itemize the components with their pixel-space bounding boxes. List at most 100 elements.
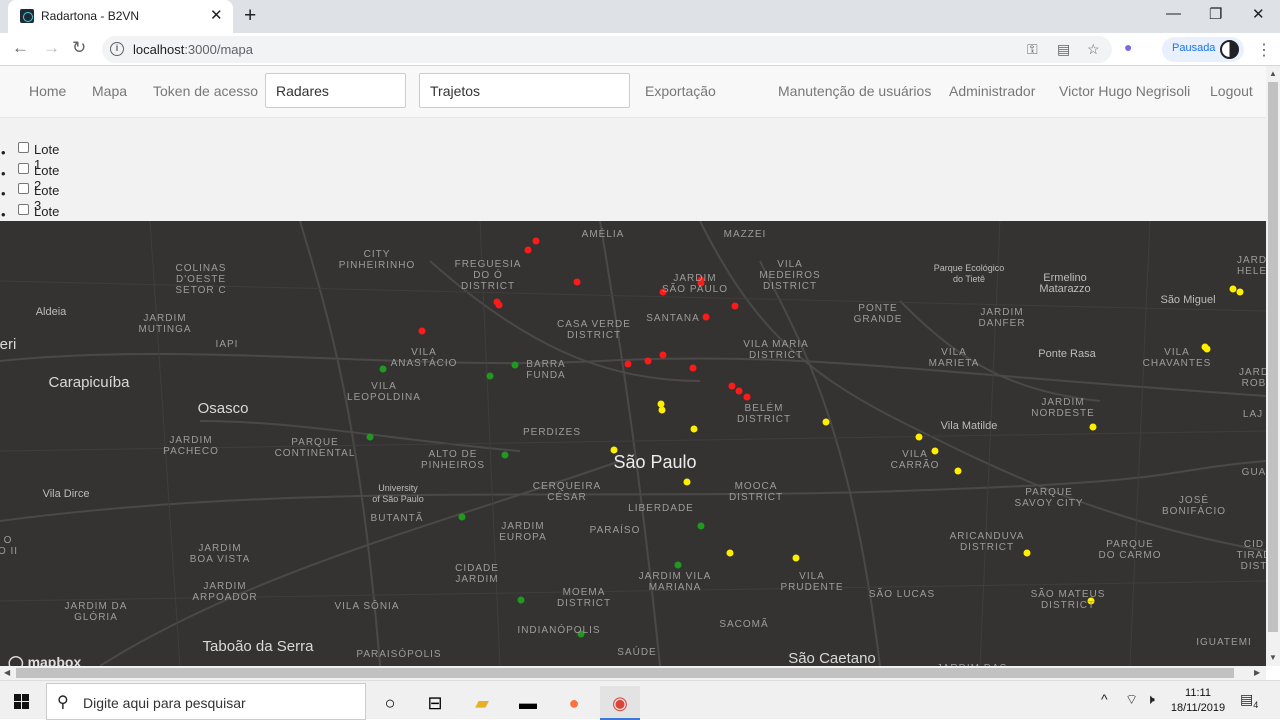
task-view-icon[interactable]: ⊟ [415, 686, 455, 720]
lote-1-checkbox[interactable] [18, 142, 29, 153]
windows-start-icon[interactable] [14, 694, 29, 709]
radar-marker[interactable] [822, 418, 830, 426]
nav-exportacao[interactable]: Exportação [645, 83, 716, 99]
radar-marker[interactable] [624, 360, 632, 368]
radar-marker[interactable] [1089, 423, 1097, 431]
key-icon[interactable]: ⚿ [1027, 41, 1038, 58]
taskbar-clock[interactable]: 11:11 18/11/2019 [1170, 686, 1226, 716]
lote-2-checkbox[interactable] [18, 162, 29, 174]
radar-marker[interactable] [792, 554, 800, 562]
radar-marker[interactable] [735, 387, 743, 395]
nav-administrador[interactable]: Administrador [949, 83, 1035, 99]
lote-3-checkbox[interactable] [18, 183, 29, 194]
mapbox-logo[interactable]: ◯ mapbox [8, 654, 81, 666]
radar-marker[interactable] [674, 561, 682, 569]
radar-marker[interactable] [644, 357, 652, 365]
radar-marker[interactable] [915, 433, 923, 441]
radar-marker[interactable] [532, 237, 540, 245]
bookmark-star-icon[interactable]: ☆ [1087, 41, 1100, 58]
radar-marker[interactable] [690, 425, 698, 433]
terminal-icon[interactable]: ▬ [508, 686, 548, 720]
info-icon[interactable]: i [110, 42, 124, 56]
radar-marker[interactable] [573, 278, 581, 286]
cortana-icon[interactable]: ○ [370, 686, 410, 720]
trajetos-select[interactable]: Trajetos [419, 73, 630, 108]
nav-manutencao[interactable]: Manutenção de usuários [778, 83, 931, 99]
map-label: SACOMÃ [719, 619, 769, 630]
radar-marker[interactable] [1236, 288, 1244, 296]
file-explorer-icon[interactable]: ▰ [462, 686, 502, 720]
radar-marker[interactable] [657, 400, 665, 408]
extension-icon[interactable]: ● [1124, 39, 1132, 55]
radar-marker[interactable] [517, 596, 525, 604]
radar-marker[interactable] [689, 364, 697, 372]
taskbar-search-input[interactable]: ⚲ Digite aqui para pesquisar [46, 683, 366, 720]
vertical-scrollbar[interactable]: ▲ ▼ [1266, 66, 1280, 666]
scroll-right-icon[interactable]: ▶ [1254, 668, 1260, 677]
profile-button[interactable]: Pausada [1162, 37, 1244, 62]
minimize-icon[interactable]: — [1166, 5, 1181, 22]
tray-chevron-icon[interactable]: ^ [1101, 691, 1108, 707]
radares-select[interactable]: Radares [265, 73, 406, 108]
notification-icon[interactable]: ▤4 [1240, 691, 1258, 710]
window-close-icon[interactable]: ✕ [1252, 5, 1265, 23]
radar-marker[interactable] [458, 513, 466, 521]
radar-marker[interactable] [486, 372, 494, 380]
nav-logout[interactable]: Logout [1210, 83, 1253, 99]
radar-map[interactable]: AMÉLIA MAZZEI CITY PINHEIRINHO FREGUESIA DO… [0, 221, 1266, 666]
nav-mapa[interactable]: Mapa [92, 83, 127, 99]
map-label: JARDIM PACHECO [163, 435, 219, 457]
map-label: Aldeia [35, 306, 67, 318]
map-label: JARDIM DA GLÓRIA [64, 601, 128, 623]
radar-marker[interactable] [1229, 285, 1237, 293]
volume-muted-icon[interactable]: 🕨 [1146, 691, 1155, 708]
windows-taskbar: ⚲ Digite aqui para pesquisar ○ ⊟ ▰ ▬ ● ◉… [0, 680, 1280, 720]
translate-icon[interactable]: ▤ [1057, 41, 1070, 58]
map-label: VILA MARIA DISTRICT [743, 339, 809, 361]
nav-home[interactable]: Home [29, 83, 66, 99]
radar-marker[interactable] [683, 478, 691, 486]
forward-icon[interactable]: → [43, 38, 60, 58]
radar-marker[interactable] [658, 406, 666, 414]
radar-marker[interactable] [379, 365, 387, 373]
chrome-icon[interactable]: ◉ [600, 686, 640, 720]
map-label: Ponte Rasa [1038, 348, 1096, 360]
back-icon[interactable]: ← [12, 38, 29, 58]
map-label: PARAÍSO [589, 525, 641, 536]
radar-marker[interactable] [418, 327, 426, 335]
new-tab-icon[interactable]: + [244, 4, 256, 28]
scroll-thumb[interactable] [1268, 82, 1278, 632]
firefox-icon[interactable]: ● [554, 686, 594, 720]
radar-marker[interactable] [697, 522, 705, 530]
radar-marker[interactable] [731, 302, 739, 310]
radar-marker[interactable] [954, 467, 962, 475]
radar-marker[interactable] [743, 393, 751, 401]
close-tab-icon[interactable]: ✕ [210, 6, 223, 24]
radar-marker[interactable] [1023, 549, 1031, 557]
restore-icon[interactable]: ❐ [1209, 5, 1222, 23]
address-bar[interactable]: i localhost:3000/mapa ⚿ ▤ ☆ [102, 36, 1112, 63]
radar-marker[interactable] [659, 351, 667, 359]
radar-marker[interactable] [501, 451, 509, 459]
radar-marker[interactable] [511, 361, 519, 369]
browser-tab[interactable]: Radartona - B2VN ✕ [8, 0, 233, 33]
radar-marker[interactable] [728, 382, 736, 390]
radar-marker[interactable] [726, 549, 734, 557]
scroll-left-icon[interactable]: ◀ [4, 668, 10, 677]
map-label: VILA CHAVANTES [1142, 347, 1212, 369]
radar-marker[interactable] [495, 301, 503, 309]
lote-4-checkbox[interactable] [18, 203, 29, 215]
scroll-up-icon[interactable]: ▲ [1269, 69, 1277, 78]
scroll-thumb[interactable] [16, 668, 1234, 678]
reload-icon[interactable]: ↻ [72, 38, 86, 58]
nav-token[interactable]: Token de acesso [153, 83, 258, 99]
browser-menu-icon[interactable]: ⋮ [1256, 40, 1272, 60]
horizontal-scrollbar[interactable]: ◀ ▶ [0, 666, 1266, 680]
wifi-icon[interactable]: ⌔ [1125, 691, 1138, 709]
radar-marker[interactable] [524, 246, 532, 254]
radar-marker[interactable] [702, 313, 710, 321]
map-label: CID TIRAD DIST [1236, 539, 1267, 572]
nav-user[interactable]: Victor Hugo Negrisoli [1059, 83, 1190, 99]
radar-marker[interactable] [366, 433, 374, 441]
scroll-down-icon[interactable]: ▼ [1269, 653, 1277, 662]
